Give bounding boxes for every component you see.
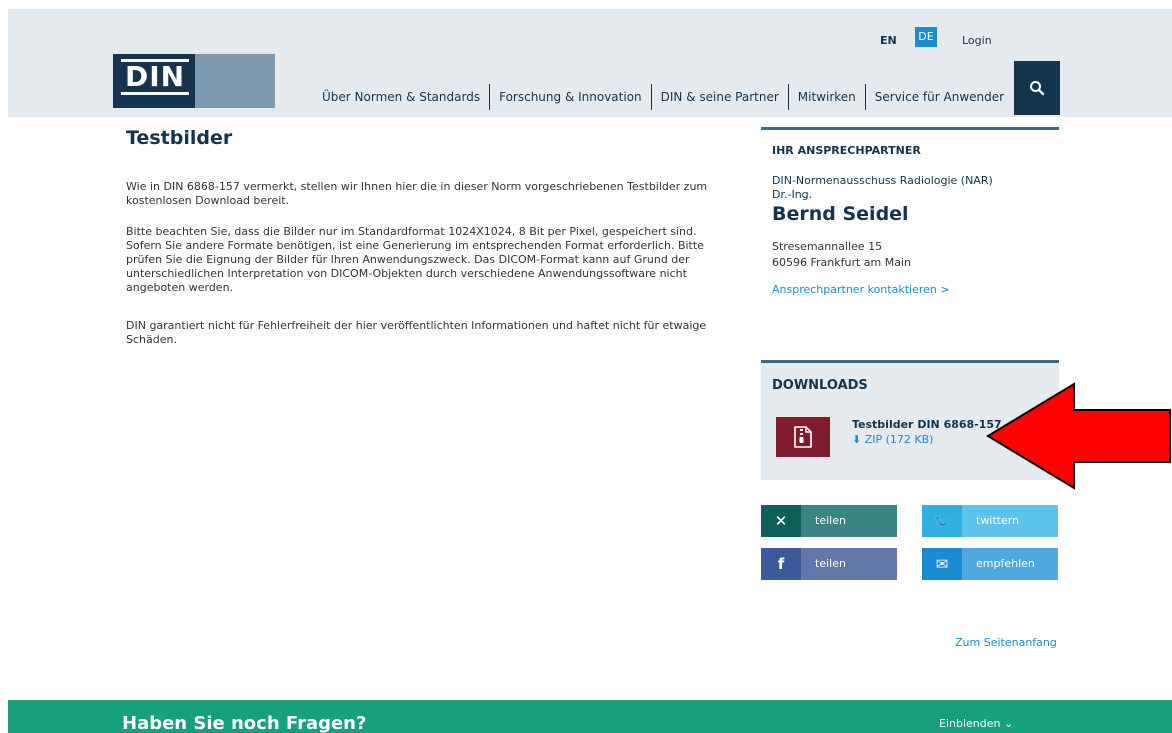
twitter-icon: 🐦 <box>922 505 962 537</box>
nav-item-normen[interactable]: Über Normen & Standards <box>313 84 491 110</box>
download-icon: ⬇ <box>852 433 862 446</box>
search-button[interactable] <box>1014 61 1060 115</box>
download-link-label: ZIP (172 KB) <box>864 433 934 446</box>
nav-item-partner[interactable]: DIN & seine Partner <box>652 84 789 110</box>
xing-share-button[interactable]: ✕ teilen <box>761 505 897 537</box>
logo-text: DIN <box>121 59 190 95</box>
lang-en-link[interactable]: EN <box>880 34 897 47</box>
nav-item-service[interactable]: Service für Anwender <box>866 84 1013 110</box>
login-link[interactable]: Login <box>962 34 992 47</box>
red-arrow-annotation <box>986 382 1171 490</box>
din-logo[interactable]: DIN <box>113 54 275 108</box>
address-city: 60596 Frankfurt am Main <box>772 256 912 269</box>
twitter-label: twittern <box>962 505 1058 537</box>
contact-box: IHR ANSPRECHPARTNER DIN-Normenausschuss … <box>761 127 1059 296</box>
download-title[interactable]: Testbilder DIN 6868-157 <box>852 418 1002 431</box>
facebook-label: teilen <box>801 548 897 580</box>
xing-label: teilen <box>801 505 897 537</box>
nav-item-forschung[interactable]: Forschung & Innovation <box>490 84 652 110</box>
facebook-icon: f <box>761 548 801 580</box>
mail-label: empfehlen <box>962 548 1058 580</box>
search-icon <box>1030 81 1045 96</box>
mail-icon: ✉ <box>922 548 962 580</box>
address-street: Stresemannallee 15 <box>772 240 883 253</box>
intro-paragraph: Wie in DIN 6868-157 vermerkt, stellen wi… <box>126 180 708 207</box>
expand-label: Einblenden <box>939 717 1001 730</box>
nav-item-mitwirken[interactable]: Mitwirken <box>789 84 866 110</box>
contact-address: Stresemannallee 15 60596 Frankfurt am Ma… <box>772 239 1059 271</box>
xing-icon: ✕ <box>761 505 801 537</box>
disclaimer-paragraph: DIN garantiert nicht für Fehlerfreiheit … <box>126 319 707 346</box>
zip-icon <box>794 426 812 448</box>
lang-de-link[interactable]: DE <box>915 27 937 47</box>
page-title: Testbilder <box>126 127 233 149</box>
contact-heading: IHR ANSPRECHPARTNER <box>772 144 921 157</box>
zip-file-icon[interactable] <box>776 417 830 457</box>
email-share-button[interactable]: ✉ empfehlen <box>922 548 1058 580</box>
twitter-share-button[interactable]: 🐦 twittern <box>922 505 1058 537</box>
expand-toggle[interactable]: Einblenden ⌄ <box>939 717 1013 730</box>
download-link[interactable]: ⬇ ZIP (172 KB) <box>852 433 933 446</box>
contact-title: Dr.-Ing. <box>772 188 813 201</box>
logo-block: DIN <box>113 54 195 108</box>
back-to-top-link[interactable]: Zum Seitenanfang <box>955 636 1057 649</box>
contact-link[interactable]: Ansprechpartner kontaktieren > <box>772 283 1059 296</box>
downloads-heading: DOWNLOADS <box>772 378 868 393</box>
contact-name: Bernd Seidel <box>772 203 909 225</box>
contact-org: DIN-Normenausschuss Radiologie (NAR) <box>772 174 993 187</box>
format-paragraph: Bitte beachten Sie, dass die Bilder nur … <box>126 225 704 294</box>
questions-footer: Haben Sie noch Fragen? Einblenden ⌄ <box>8 700 1172 733</box>
footer-title: Haben Sie noch Fragen? <box>122 713 367 733</box>
chevron-down-icon: ⌄ <box>1003 717 1014 730</box>
main-nav: Über Normen & Standards Forschung & Inno… <box>313 84 1013 110</box>
facebook-share-button[interactable]: f teilen <box>761 548 897 580</box>
